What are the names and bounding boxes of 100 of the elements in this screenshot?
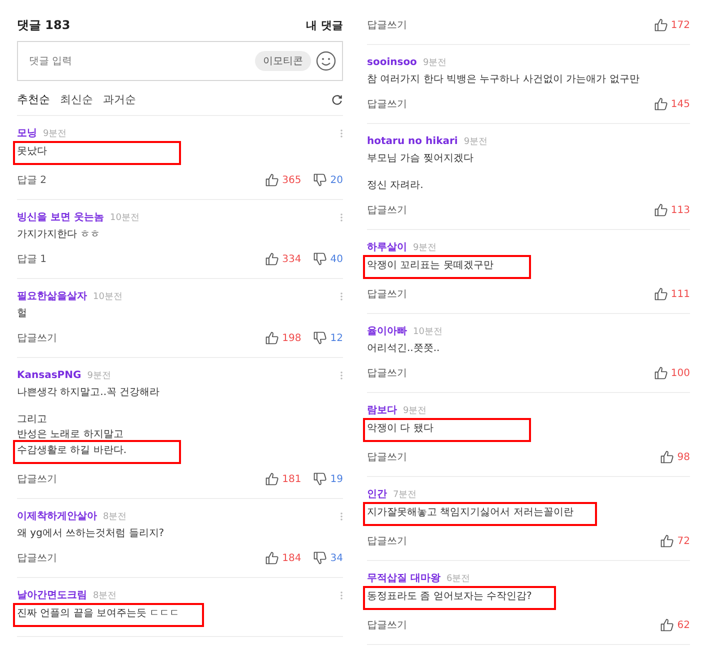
comment-author[interactable]: KansasPNG (17, 370, 82, 380)
thumbs-up-icon[interactable] (265, 252, 280, 266)
comment-time: 8분전 (103, 510, 127, 522)
comment-text: 나쁜생각 하지말고..꼭 건강해라 (17, 386, 160, 400)
like-button[interactable]: 98 (660, 450, 690, 464)
sort-tab[interactable]: 추천순 (17, 92, 50, 107)
like-button[interactable]: 181 (265, 472, 302, 486)
thumbs-up-icon[interactable] (265, 173, 280, 187)
comment-author[interactable]: 하루살이 (367, 240, 407, 254)
comment-author[interactable]: 날아간면도크림 (17, 588, 87, 602)
smiley-icon[interactable] (316, 51, 336, 71)
reply-link[interactable]: 답글쓰기 (367, 97, 407, 111)
comment-time: 10분전 (93, 290, 122, 302)
comment-author[interactable]: hotaru no hikari (367, 136, 458, 146)
like-button[interactable]: 172 (654, 18, 690, 32)
dislike-button[interactable]: 12 (313, 331, 343, 345)
comment-text: 가지가지한다 ㅎㅎ (17, 228, 100, 242)
comment-author[interactable]: sooinsoo (367, 56, 417, 68)
reply-link[interactable]: 답글쓰기 (17, 551, 57, 565)
thumbs-down-icon[interactable] (313, 472, 328, 486)
thumbs-down-icon[interactable] (313, 252, 328, 266)
comment-text: 악쟁이 다 됐다 (365, 420, 529, 440)
comment-author[interactable]: 필요한삶을살자 (17, 289, 87, 303)
reply-link[interactable]: 답글쓰기 (367, 287, 407, 301)
comment-author[interactable]: 람보다 (367, 403, 397, 417)
thumbs-up-icon[interactable] (654, 203, 668, 217)
like-button[interactable]: 145 (654, 97, 690, 111)
like-button[interactable]: 72 (660, 534, 690, 548)
comment-time: 9분전 (464, 136, 488, 148)
comment-author[interactable]: 무적삽질 대마왕 (367, 571, 440, 585)
reply-link[interactable]: 답글쓰기 (367, 534, 407, 548)
refresh-icon[interactable] (331, 94, 343, 106)
comment-text: 동정표라도 좀 얻어보자는 수작인감? (365, 588, 554, 608)
thumbs-down-icon[interactable] (313, 551, 328, 565)
comment-time: 9분전 (403, 404, 427, 416)
comment-time: 10분전 (413, 326, 442, 338)
reply-link[interactable]: 답글쓰기 (367, 366, 407, 380)
like-button[interactable]: 334 (265, 252, 302, 266)
comment-text: 정신 자려라. (367, 179, 424, 193)
comment-count-title: 댓글 183 (17, 17, 70, 34)
like-button[interactable]: 111 (654, 287, 690, 301)
thumbs-up-icon[interactable] (660, 534, 674, 548)
comment-text: 부모님 가슴 찢어지겠다 (367, 152, 474, 166)
reply-link[interactable]: 답글쓰기 (367, 203, 407, 217)
comment-time: 6분전 (446, 572, 470, 584)
reply-link[interactable]: 답글 2 (17, 173, 47, 187)
comment-text: 어리석긴..쯧쯧.. (367, 342, 440, 356)
thumbs-up-icon[interactable] (660, 450, 674, 464)
like-button[interactable]: 184 (265, 551, 302, 565)
comment-time: 10분전 (110, 212, 140, 224)
comment-text: 못났다 (15, 143, 179, 163)
dislike-button[interactable]: 19 (313, 472, 343, 486)
dislike-button[interactable]: 34 (313, 551, 343, 565)
like-button[interactable]: 113 (654, 203, 690, 217)
comment-input-field[interactable]: 댓글 입력 이모티콘 (17, 41, 343, 81)
comment-text: 반성은 노래로 하지말고 (17, 428, 124, 442)
comment-time: 7분전 (393, 488, 417, 500)
like-button[interactable]: 62 (660, 618, 690, 632)
comment-text: 수감생활로 하길 바란다. (15, 442, 179, 462)
thumbs-up-icon[interactable] (654, 366, 668, 380)
comment-time: 8분전 (93, 590, 117, 602)
comment-text: 참 여러가지 한다 빅뱅은 누구하나 사건없이 가는애가 없구만 (367, 73, 640, 87)
thumbs-up-icon[interactable] (654, 18, 668, 32)
reply-link[interactable]: 답글 1 (17, 252, 47, 266)
reply-link[interactable]: 답글쓰기 (367, 450, 407, 464)
comment-time: 9분전 (43, 128, 67, 140)
dislike-button[interactable]: 40 (313, 252, 343, 266)
comment-text: 지가잘못해놓고 책임지기싫어서 저러는꼴이란 (365, 504, 596, 524)
like-button[interactable]: 198 (265, 331, 302, 345)
dislike-button[interactable]: 20 (313, 173, 343, 187)
comment-text: 헐 (17, 307, 27, 321)
like-button[interactable]: 100 (654, 366, 690, 380)
like-button[interactable]: 365 (265, 173, 302, 187)
comment-author[interactable]: 이제착하게안살아 (17, 509, 97, 523)
reply-link[interactable]: 답글쓰기 (367, 18, 407, 32)
comment-author[interactable]: 빙신을 보면 웃는놈 (17, 210, 104, 224)
emoticon-button[interactable]: 이모티콘 (255, 51, 311, 71)
thumbs-up-icon[interactable] (265, 331, 280, 345)
thumbs-up-icon[interactable] (654, 97, 668, 111)
comment-author[interactable]: 인간 (367, 487, 387, 501)
comment-text: 그리고 (17, 413, 47, 427)
comment-text: 진짜 언플의 끝을 보여주는듯 ㄷㄷㄷ (15, 605, 202, 625)
comment-author[interactable]: 율이아빠 (367, 324, 407, 338)
thumbs-up-icon[interactable] (654, 287, 668, 301)
thumbs-up-icon[interactable] (265, 472, 280, 486)
sort-tab[interactable]: 과거순 (103, 92, 136, 107)
sort-tab[interactable]: 최신순 (60, 92, 93, 107)
thumbs-down-icon[interactable] (313, 331, 328, 345)
comment-text: 악쟁이 꼬리표는 못떼겠구만 (365, 257, 529, 277)
thumbs-up-icon[interactable] (660, 618, 674, 632)
thumbs-down-icon[interactable] (313, 173, 328, 187)
reply-link[interactable]: 답글쓰기 (17, 331, 57, 345)
reply-link[interactable]: 답글쓰기 (367, 618, 407, 632)
reply-link[interactable]: 답글쓰기 (17, 472, 57, 486)
my-comments-link[interactable]: 내 댓글 (306, 18, 343, 33)
comment-time: 9분전 (413, 242, 437, 254)
thumbs-up-icon[interactable] (265, 551, 280, 565)
comment-text: 왜 yg에서 쓰하는것처럼 들리지? (17, 527, 164, 541)
comment-author[interactable]: 모닝 (17, 126, 37, 140)
comment-time: 9분전 (87, 370, 111, 382)
